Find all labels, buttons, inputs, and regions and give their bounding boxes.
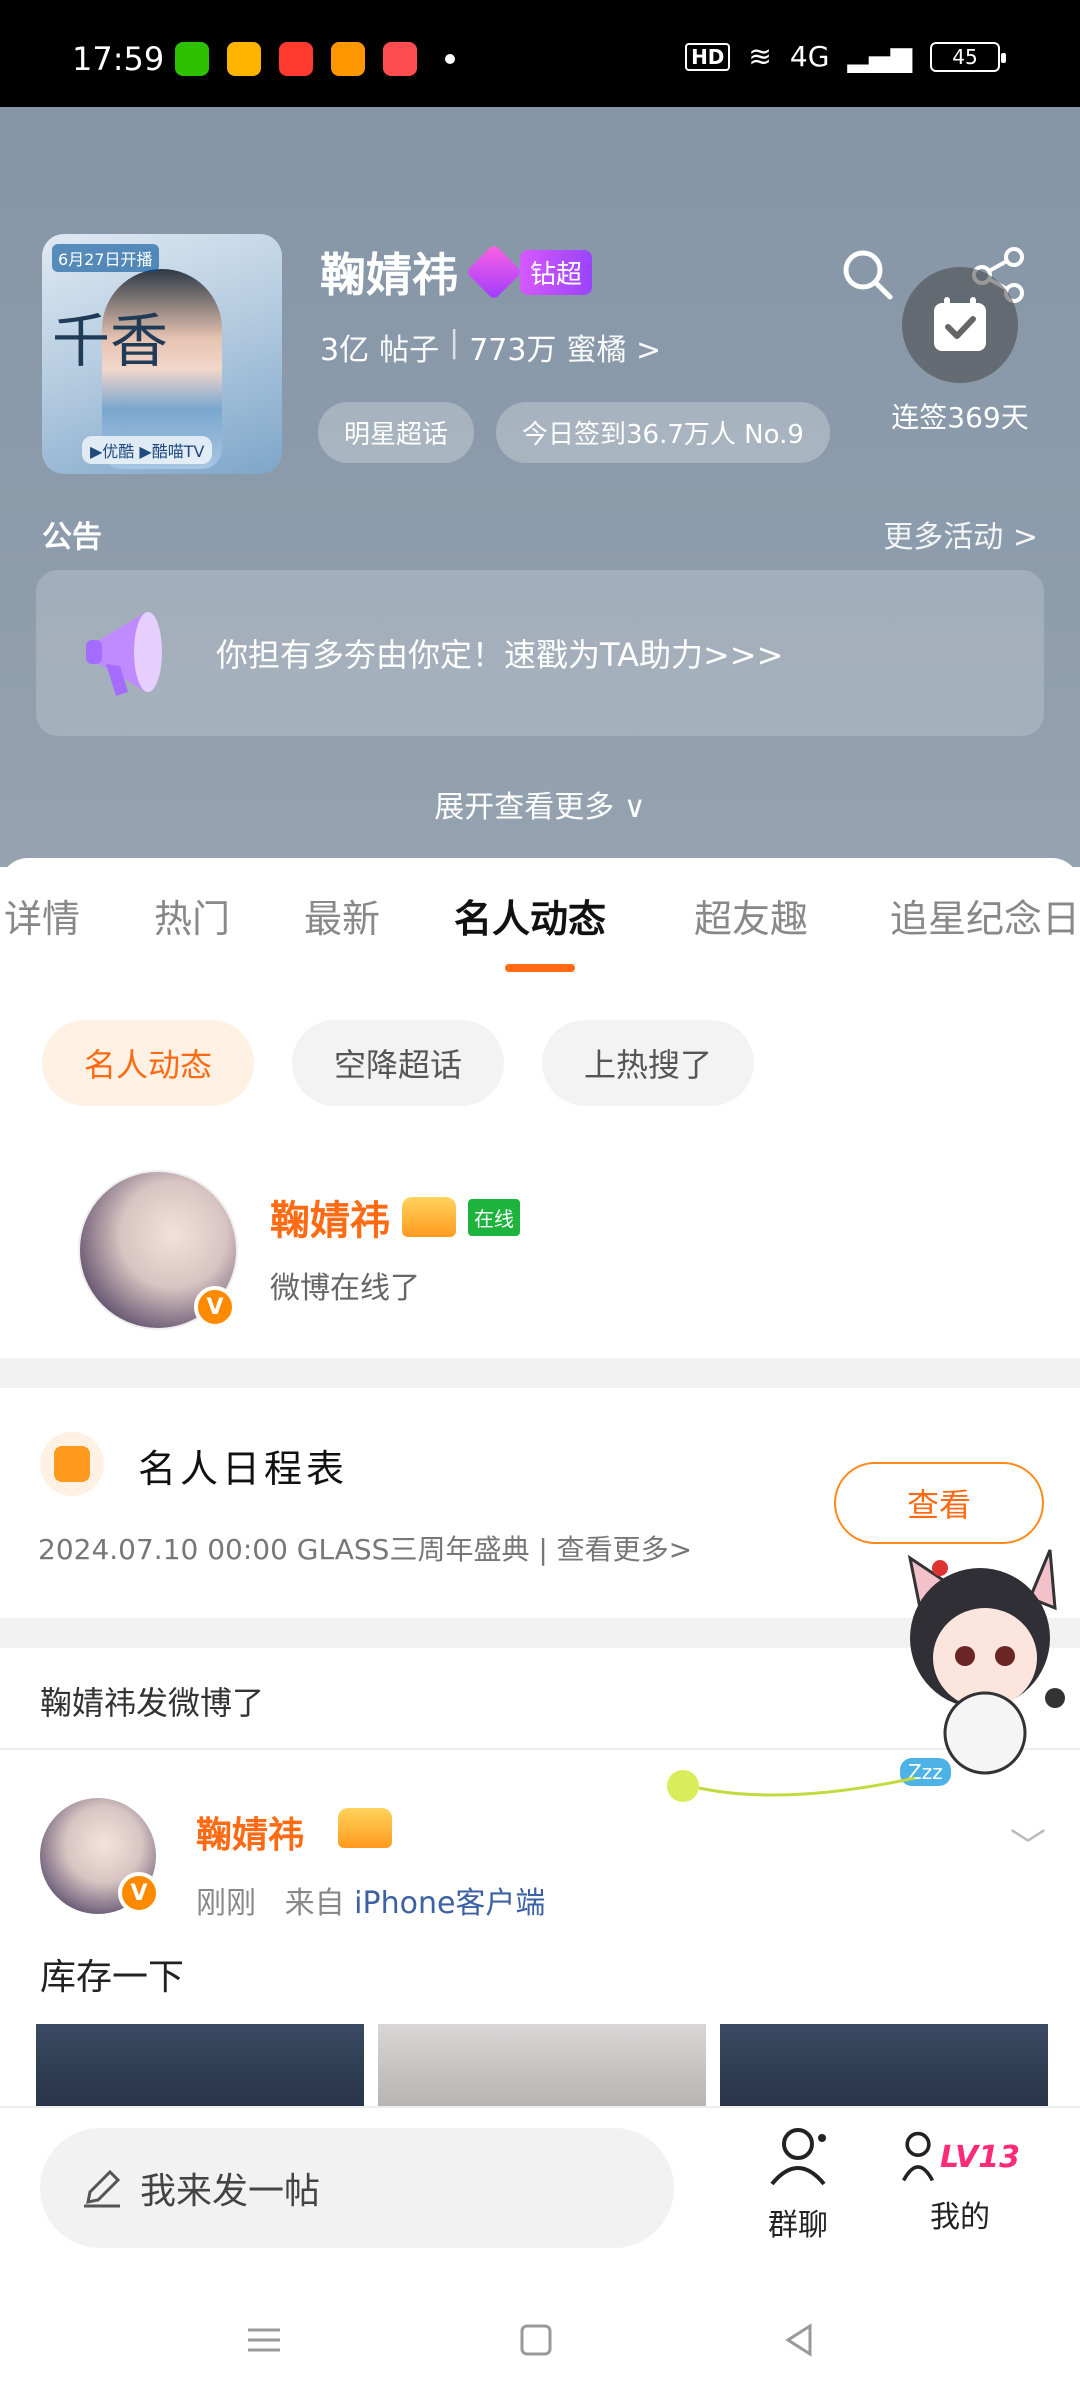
menu-icon[interactable]: [244, 2320, 284, 2360]
more-activities-link[interactable]: 更多活动 >: [883, 512, 1038, 556]
hd-icon: HD: [685, 42, 731, 71]
topic-tags: 明星超话 今日签到36.7万人 No.9: [318, 402, 830, 463]
weibo-icon: [227, 42, 261, 76]
checkin-streak-label: 连签369天: [891, 401, 1029, 434]
post-verified-badge: V: [118, 1872, 160, 1914]
user-icon: [902, 2131, 935, 2182]
schedule-title: 名人日程表: [138, 1447, 349, 1491]
celebrity-name[interactable]: 鞠婧祎: [270, 1188, 390, 1246]
topic-stats[interactable]: 3亿 帖子 | 773万 蜜橘 >: [320, 325, 661, 369]
followers-label: 蜜橘 >: [566, 333, 662, 368]
online-badge: 在线: [468, 1198, 520, 1236]
tab-fan-fun[interactable]: 超友趣: [694, 888, 808, 943]
posts-count: 3亿: [320, 333, 370, 368]
clock: 17:59: [72, 40, 165, 78]
topic-cover-image[interactable]: 6月27日开播 千香 ▶优酷 ▶酷喵TV: [42, 234, 282, 474]
status-bar: 17:59 HD ≋ 4G ▂▄▆ 45: [0, 0, 1080, 107]
post-crown-icon: [338, 1808, 392, 1848]
group-chat-icon: [770, 2128, 826, 2186]
post-image[interactable]: [720, 2024, 1048, 2106]
post-text: 库存一下: [40, 1957, 185, 1998]
topic-title-row: 鞠婧祎 钻超: [320, 239, 593, 305]
wechat-icon: [175, 42, 209, 76]
mine-button[interactable]: LV13 我的: [900, 2122, 1020, 2236]
notice-banner[interactable]: 你担有多夯由你定！速戳为TA助力>>>: [36, 570, 1044, 736]
celebrity-status: 微博在线了: [270, 1271, 420, 1306]
super-badge[interactable]: 钻超: [465, 243, 593, 301]
posts-label: 帖子: [379, 333, 440, 368]
calendar-check-icon: [934, 297, 986, 351]
posted-notice: 鞠婧祎发微博了: [40, 1684, 265, 1722]
megaphone-icon: [86, 612, 162, 696]
pencil-icon: [84, 2169, 121, 2208]
post-image[interactable]: [36, 2024, 364, 2106]
section-divider: [0, 1358, 1080, 1388]
post-images: [36, 2024, 1048, 2106]
tag-star-topic[interactable]: 明星超话: [318, 402, 475, 463]
chevron-down-icon[interactable]: ﹀: [1010, 1818, 1046, 1870]
tab-indicator: [505, 964, 575, 972]
stats-separator: |: [449, 325, 460, 360]
group-chat-button[interactable]: 群聊: [738, 2122, 858, 2244]
chip-celebrity-updates[interactable]: 名人动态: [42, 1020, 255, 1106]
notification-icons: [175, 42, 455, 76]
search-icon[interactable]: [840, 247, 894, 301]
more-notifications-dot: [445, 54, 455, 64]
compose-post-input[interactable]: 我来发一帖: [40, 2128, 674, 2248]
cover-label: 6月27日开播: [52, 244, 159, 272]
mine-label: 我的: [930, 2200, 990, 2235]
notice-title: 公告: [42, 520, 102, 555]
post-meta: 刚刚 来自 iPhone客户端: [196, 1878, 545, 1922]
post-source[interactable]: iPhone客户端: [354, 1886, 545, 1921]
checkin-button[interactable]: [902, 267, 1018, 383]
diamond-icon: [465, 243, 523, 301]
cover-brand: ▶优酷 ▶酷喵TV: [82, 436, 213, 464]
content-panel: 详情 热门 最新 名人动态 超友趣 追星纪念日 名人动态 空降超话 上热搜了 V…: [0, 858, 1080, 2106]
notice-header: 公告 更多活动 >: [42, 512, 1038, 556]
expand-more-link[interactable]: 展开查看更多 ∨: [0, 782, 1080, 826]
topic-tabs: 详情 热门 最新 名人动态 超友趣 追星纪念日: [0, 888, 1080, 968]
topic-title: 鞠婧祎: [320, 248, 458, 302]
bottom-bar: 我来发一帖 群聊 LV13 我的: [0, 2106, 1080, 2280]
chip-drop-in[interactable]: 空降超话: [292, 1020, 505, 1106]
signal-icon: ▂▄▆: [847, 40, 912, 73]
celebrity-name-row: 鞠婧祎 在线: [270, 1188, 520, 1246]
tab-celebrity-updates[interactable]: 名人动态: [454, 888, 606, 943]
compose-placeholder: 我来发一帖: [140, 2171, 321, 2212]
cover-title: 千香: [52, 307, 169, 375]
yarn-ball-icon: [667, 1770, 916, 1802]
wifi-icon: ≋: [748, 40, 772, 73]
notice-text: 你担有多夯由你定！速戳为TA助力>>>: [216, 636, 784, 674]
post-time: 刚刚: [196, 1886, 256, 1921]
tab-details[interactable]: 详情: [4, 888, 80, 943]
post-image[interactable]: [378, 2024, 706, 2106]
battery-icon: 45: [930, 41, 1006, 72]
tag-checkin-stats[interactable]: 今日签到36.7万人 No.9: [496, 402, 830, 463]
tab-star-anniversary[interactable]: 追星纪念日: [890, 888, 1080, 943]
status-right: HD ≋ 4G ▂▄▆ 45: [685, 40, 1006, 73]
network-label: 4G: [789, 40, 830, 73]
view-schedule-button[interactable]: 查看: [834, 1462, 1044, 1544]
chip-trending[interactable]: 上热搜了: [542, 1020, 755, 1106]
group-chat-label: 群聊: [768, 2208, 828, 2243]
play-icon: [383, 42, 417, 76]
system-nav-bar: [0, 2280, 1080, 2400]
post-from-label: 来自: [284, 1886, 345, 1921]
home-icon[interactable]: [516, 2320, 556, 2360]
video-icon: [331, 42, 365, 76]
app-icon: [279, 42, 313, 76]
verified-badge: V: [194, 1286, 236, 1328]
crown-icon: [402, 1197, 456, 1237]
super-badge-label: 钻超: [520, 249, 593, 295]
level-badge: LV13: [940, 2139, 1020, 2175]
back-icon[interactable]: [780, 2320, 820, 2360]
tab-hot[interactable]: 热门: [154, 888, 230, 943]
tab-latest[interactable]: 最新: [304, 888, 380, 943]
post-author-name[interactable]: 鞠婧祎: [196, 1806, 304, 1858]
topic-header: 6月27日开播 千香 ▶优酷 ▶酷喵TV 鞠婧祎 钻超 3亿 帖子 | 773万…: [0, 107, 1080, 867]
schedule-icon: [40, 1432, 104, 1496]
schedule-description[interactable]: 2024.07.10 00:00 GLASS三周年盛典 | 查看更多>: [38, 1528, 692, 1568]
filter-chips: 名人动态 空降超话 上热搜了: [42, 1020, 755, 1106]
followers-count: 773万: [469, 333, 557, 368]
